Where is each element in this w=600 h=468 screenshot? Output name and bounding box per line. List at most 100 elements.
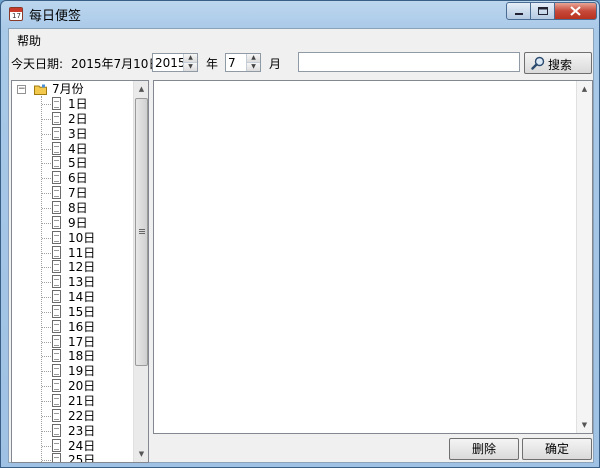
note-page-icon [52,453,61,462]
note-editor[interactable]: ▲ ▼ [153,80,593,434]
tree-connector [42,326,51,328]
title-bar[interactable]: 17 每日便签 [1,1,599,27]
tree-day-node[interactable]: 12日 [12,260,133,274]
search-button-label: 搜索 [548,58,573,72]
tree-day-label: 23日 [68,423,96,438]
search-input[interactable] [298,52,520,72]
calendar-icon: 17 [9,7,23,21]
month-up-arrow-icon[interactable]: ▲ [247,54,260,63]
tree-day-label: 6日 [68,171,88,186]
tree-day-label: 17日 [68,334,96,349]
tree-day-node[interactable]: 8日 [12,201,133,215]
tree-connector [42,282,51,284]
note-page-icon [52,304,61,318]
confirm-button[interactable]: 确定 [522,438,592,460]
scroll-up-icon[interactable]: ▲ [134,81,148,97]
tree-connector [42,193,51,195]
note-page-icon [52,141,61,155]
editor-scroll-down-icon[interactable]: ▼ [577,417,592,433]
tree-day-node[interactable]: 21日 [12,394,133,408]
tree-day-label: 13日 [68,275,96,290]
note-page-icon [52,423,61,437]
tree-day-node[interactable]: 20日 [12,379,133,393]
tree-day-node[interactable]: 7日 [12,186,133,200]
year-value: 2015 [155,56,186,70]
minimize-button[interactable] [506,2,531,20]
tree-root-label: 7月份 [52,82,84,96]
menu-help[interactable]: 帮助 [17,32,41,49]
tree-day-label: 16日 [68,319,96,334]
tree-connector [42,118,51,120]
tree-day-node[interactable]: 25日 [12,453,133,462]
note-page-icon [52,171,61,185]
tree-day-node[interactable]: 10日 [12,230,133,245]
tree-connector [42,401,51,402]
tree-day-label: 24日 [68,438,96,453]
tree-day-node[interactable]: 11日 [12,245,133,260]
note-page-icon [52,290,61,303]
tree-connector [42,371,51,373]
tree-day-node[interactable]: 13日 [12,275,133,289]
year-down-arrow-icon[interactable]: ▼ [184,63,197,71]
tree-day-node[interactable]: 3日 [12,126,133,141]
tree-day-node[interactable]: 16日 [12,319,133,334]
year-up-arrow-icon[interactable]: ▲ [184,54,197,63]
tree-day-node[interactable]: 19日 [12,364,133,378]
month-down-arrow-icon[interactable]: ▼ [247,63,260,71]
tree-day-node[interactable]: 14日 [12,290,133,304]
tree-day-node[interactable]: 18日 [12,349,133,363]
tree-day-node[interactable]: 24日 [12,438,133,453]
tree-day-label: 4日 [68,141,88,156]
tree-connector [42,178,51,180]
editor-scrollbar[interactable]: ▲ ▼ [576,81,592,433]
month-stepper[interactable]: 7 ▲ ▼ [225,53,261,72]
tree-root-node[interactable]: − 7月份 [12,82,133,96]
tree-connector [42,163,51,165]
tree-day-node[interactable]: 22日 [12,408,133,423]
note-page-icon [52,97,61,110]
month-stepper-arrows: ▲ ▼ [246,54,260,71]
scroll-down-icon[interactable]: ▼ [134,446,148,462]
tree-day-node[interactable]: 5日 [12,156,133,170]
delete-button[interactable]: 删除 [449,438,519,460]
tree-day-node[interactable]: 15日 [12,304,133,319]
tree-connector [42,208,51,209]
tree-day-node[interactable]: 6日 [12,171,133,185]
tree-connector [42,222,51,224]
today-date-value: 2015年7月10日 [71,57,161,71]
note-page-icon [52,349,61,363]
tree-day-node[interactable]: 4日 [12,141,133,156]
editor-scroll-up-icon[interactable]: ▲ [577,81,592,97]
note-page-icon [52,186,61,200]
scroll-thumb[interactable] [135,98,148,366]
tree-scrollbar[interactable]: ▲ ▼ [133,81,148,462]
note-page-icon [52,111,61,125]
tree-connector [42,104,51,105]
tree-connector [42,415,51,417]
note-page-icon [52,201,61,214]
year-stepper[interactable]: 2015 ▲ ▼ [152,53,198,72]
tree-day-label: 14日 [68,290,96,304]
tree-day-node[interactable]: 17日 [12,334,133,349]
note-page-icon [52,126,61,140]
tree-day-node[interactable]: 9日 [12,215,133,230]
tree-day-node[interactable]: 2日 [12,111,133,126]
year-stepper-arrows: ▲ ▼ [183,54,197,71]
tree-connector [42,267,51,269]
tree-day-label: 5日 [68,156,88,171]
month-unit-label: 月 [269,57,282,71]
tree-day-node[interactable]: 1日 [12,97,133,111]
tree-day-label: 18日 [68,349,96,364]
search-button[interactable]: 搜索 [524,52,592,74]
collapse-icon[interactable]: − [17,85,26,94]
tree-connector [42,148,51,150]
maximize-button[interactable] [530,2,555,20]
note-page-icon [52,260,61,274]
close-button[interactable] [554,2,597,20]
tree-day-node[interactable]: 23日 [12,423,133,438]
tree-connector [42,460,51,462]
tree-connector [42,445,51,447]
tree-day-label: 11日 [68,245,96,260]
tree-connector [42,237,51,239]
date-tree[interactable]: − 7月份 1日 2日 3日 4日 5日 6日 7日 8日 9日 10日 11日 12日 13日 14日 1… [11,80,149,463]
